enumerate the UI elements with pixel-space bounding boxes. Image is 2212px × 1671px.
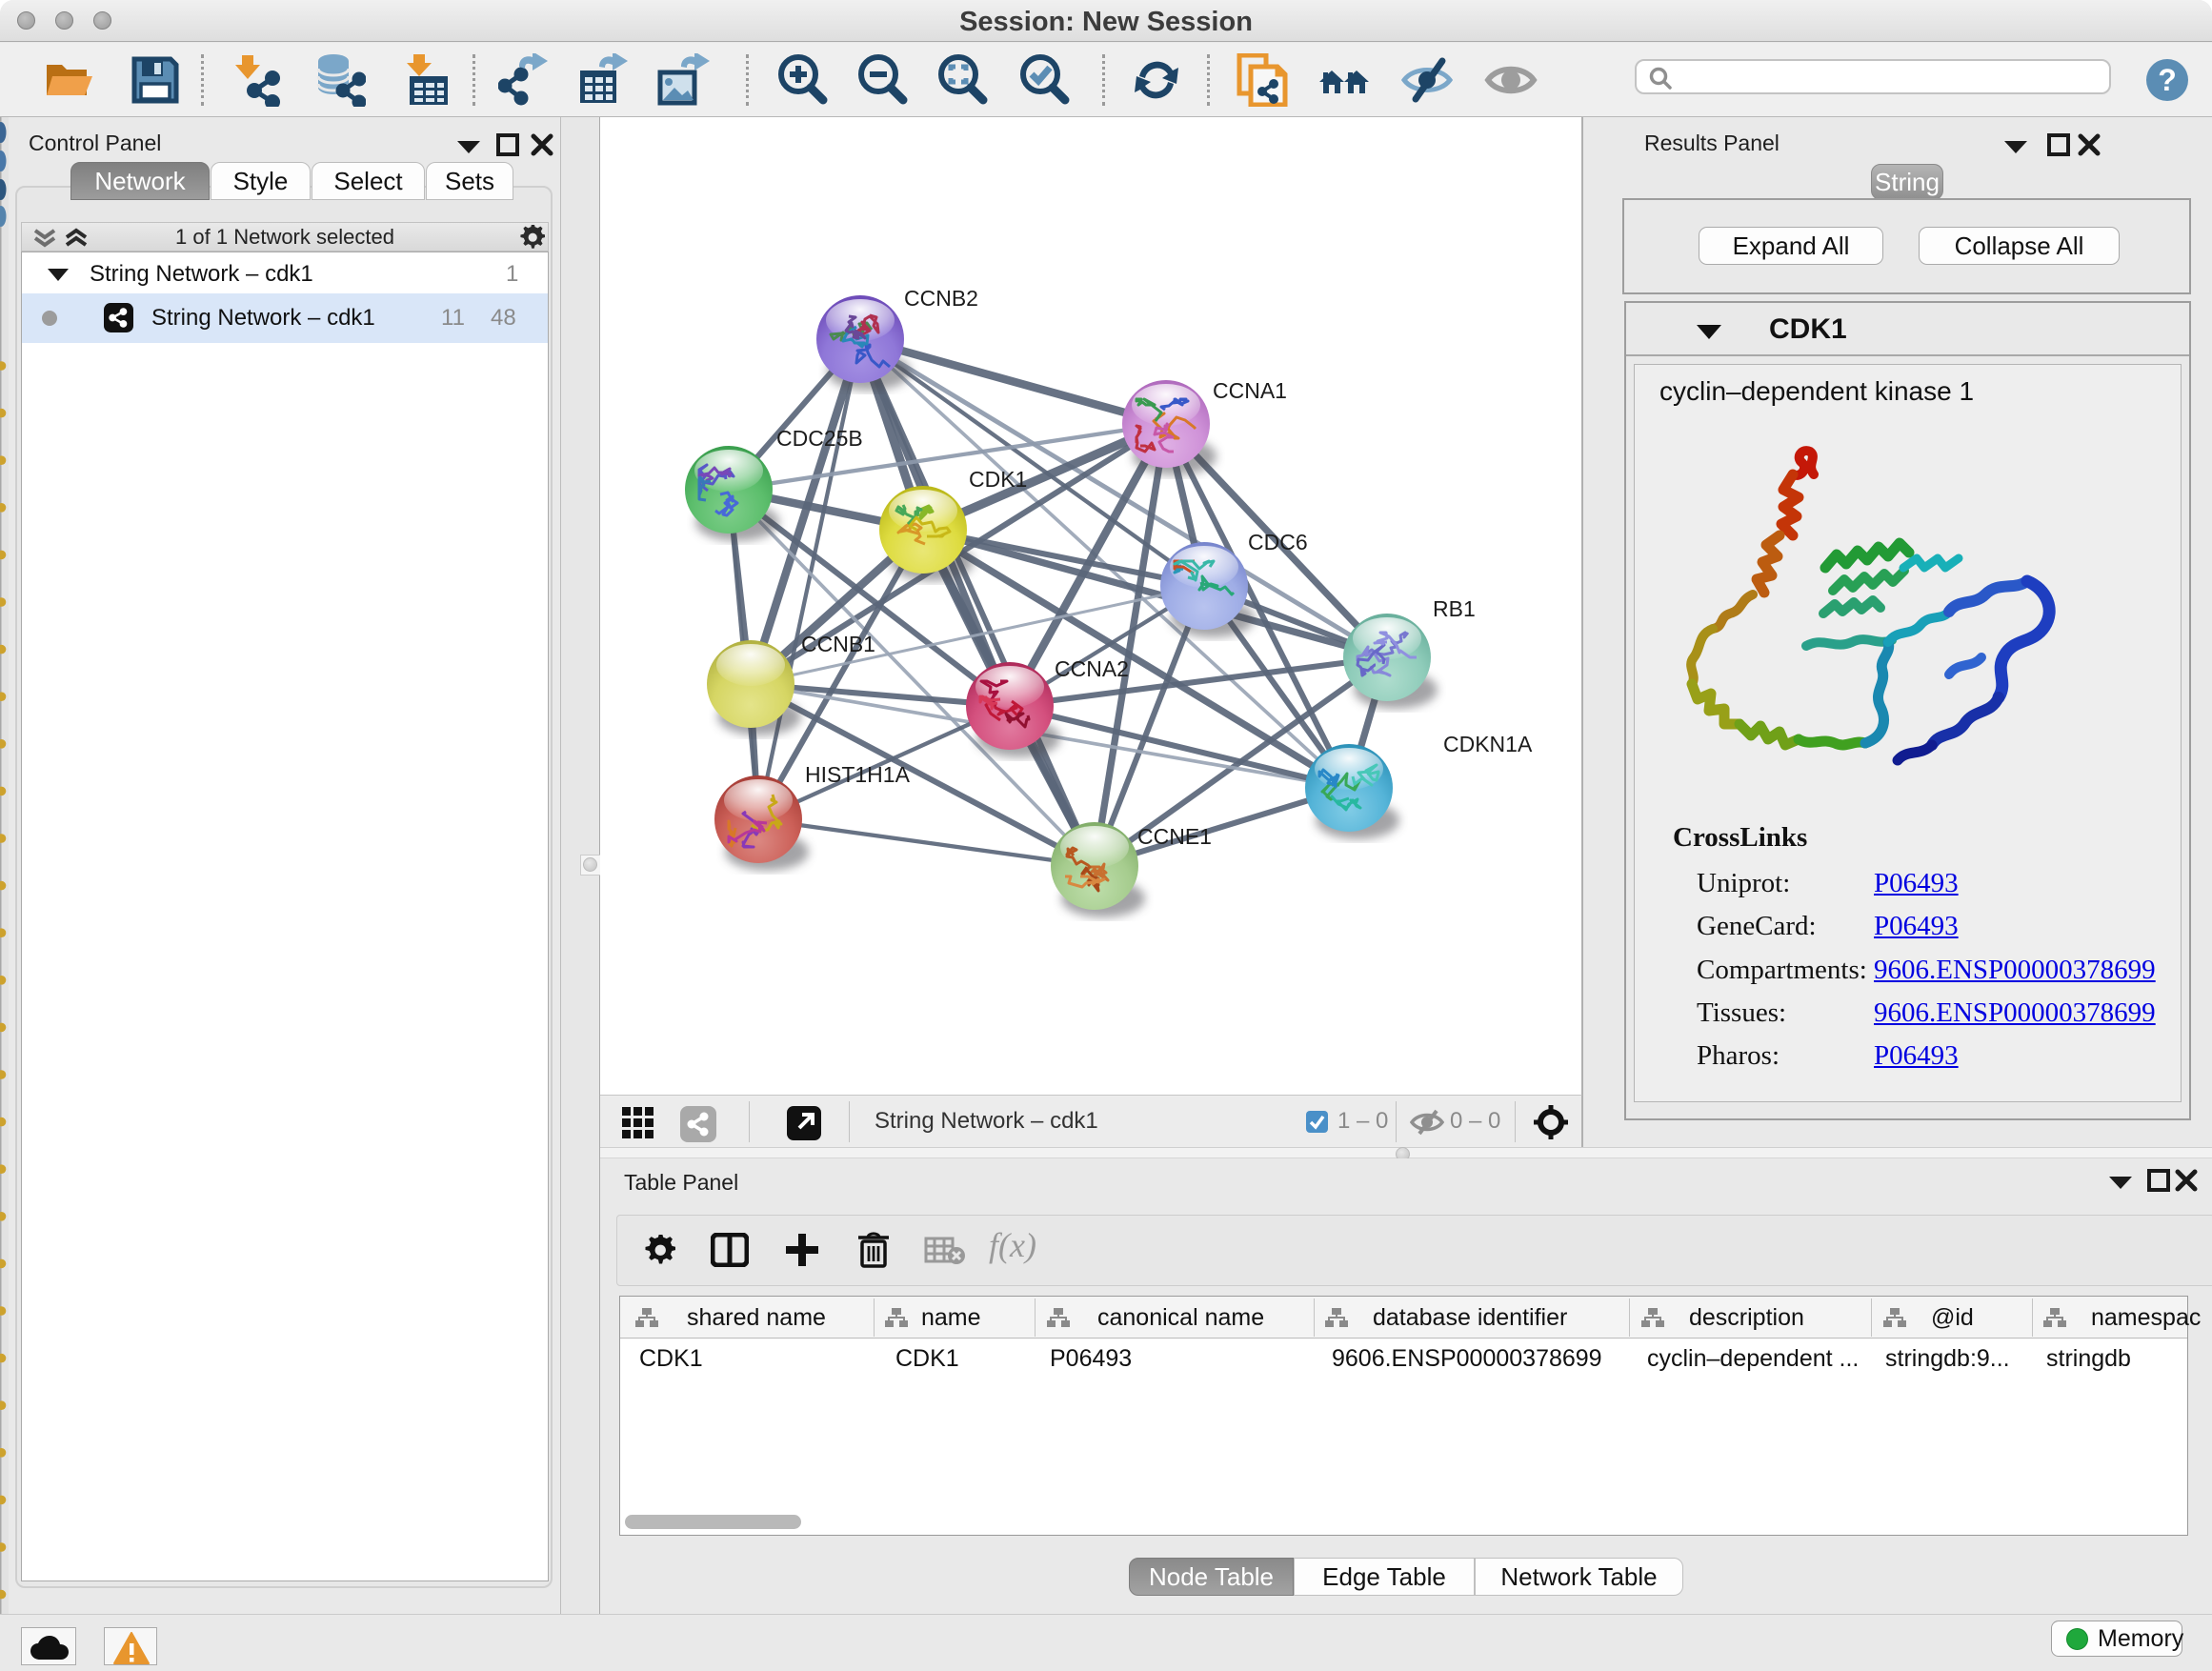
svg-text:CCNE1: CCNE1 (1137, 824, 1212, 849)
svg-text:CDC25B: CDC25B (776, 426, 863, 451)
svg-text:CDKN1A: CDKN1A (1443, 732, 1533, 756)
svg-text:HIST1H1A: HIST1H1A (805, 762, 911, 787)
svg-text:CDK1: CDK1 (969, 467, 1027, 492)
svg-text:?: ? (2158, 63, 2177, 97)
svg-text:CDC6: CDC6 (1248, 530, 1308, 554)
svg-text:CCNB1: CCNB1 (801, 632, 875, 656)
svg-text:CCNA1: CCNA1 (1213, 378, 1287, 403)
svg-text:CCNA2: CCNA2 (1055, 656, 1129, 681)
svg-text:RB1: RB1 (1433, 596, 1476, 621)
svg-text:CCNB2: CCNB2 (904, 286, 978, 311)
